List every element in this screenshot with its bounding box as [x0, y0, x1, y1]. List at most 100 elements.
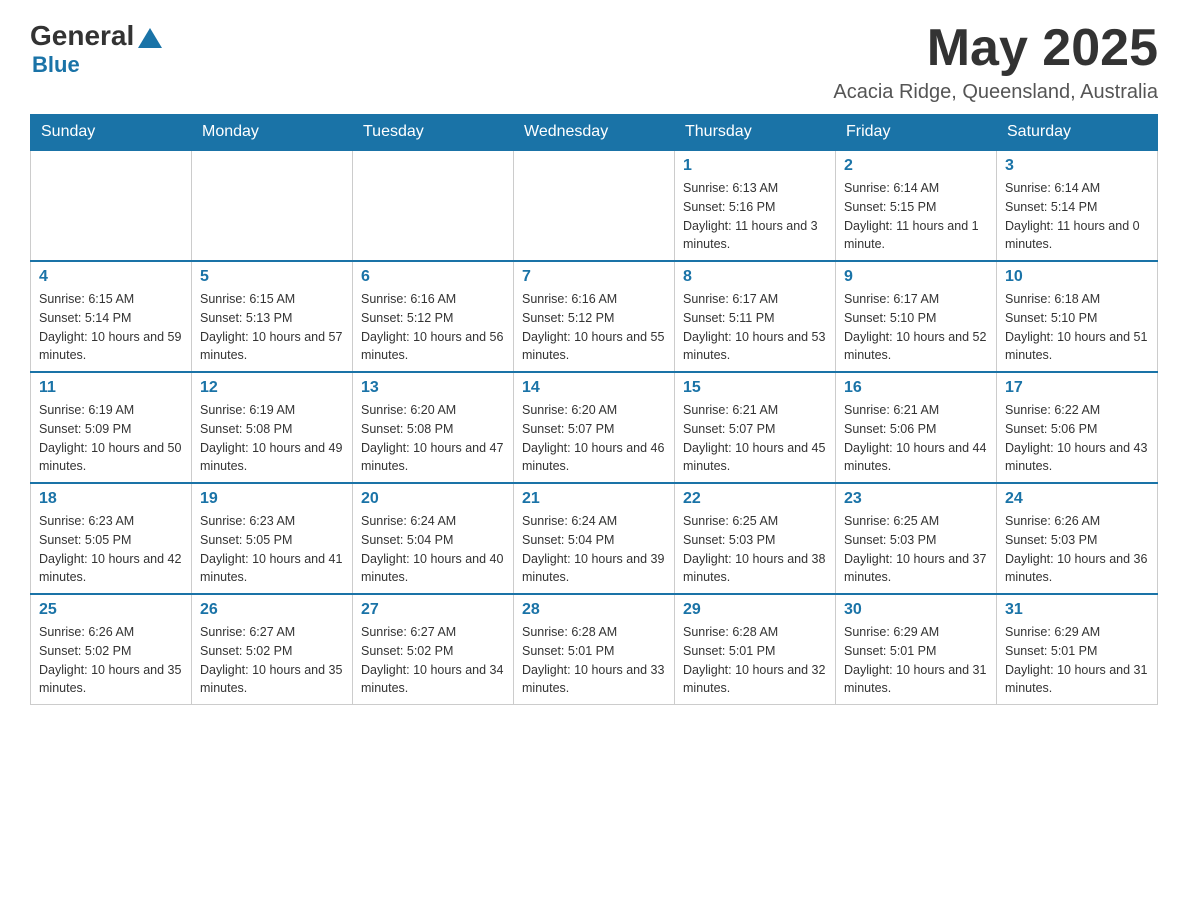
calendar-day-cell: 11 Sunrise: 6:19 AM Sunset: 5:09 PM Dayli…	[31, 372, 192, 483]
title-section: May 2025 Acacia Ridge, Queensland, Austr…	[833, 20, 1158, 104]
day-info: Sunrise: 6:20 AM Sunset: 5:08 PM Dayligh…	[361, 401, 505, 476]
day-info: Sunrise: 6:21 AM Sunset: 5:07 PM Dayligh…	[683, 401, 827, 476]
day-number: 3	[1005, 157, 1149, 175]
day-info: Sunrise: 6:25 AM Sunset: 5:03 PM Dayligh…	[844, 512, 988, 587]
calendar-day-cell: 8Sunrise: 6:17 AM Sunset: 5:11 PM Daylig…	[675, 261, 836, 372]
day-info: Sunrise: 6:23 AM Sunset: 5:05 PM Dayligh…	[200, 512, 344, 587]
day-number: 4	[39, 268, 183, 286]
calendar-day-cell: 12 Sunrise: 6:19 AM Sunset: 5:08 PM Dayli…	[192, 372, 353, 483]
calendar-day-header: Wednesday	[514, 115, 675, 151]
day-info: Sunrise: 6:16 AM Sunset: 5:12 PM Dayligh…	[522, 290, 666, 365]
day-number: 20	[361, 490, 505, 508]
day-number: 1	[683, 157, 827, 175]
day-info: Sunrise: 6:21 AM Sunset: 5:06 PM Dayligh…	[844, 401, 988, 476]
day-number: 28	[522, 601, 666, 619]
day-number: 14	[522, 379, 666, 397]
calendar-day-cell: 21 Sunrise: 6:24 AM Sunset: 5:04 PM Dayli…	[514, 483, 675, 594]
day-info: Sunrise: 6:24 AM Sunset: 5:04 PM Dayligh…	[361, 512, 505, 587]
day-number: 12	[200, 379, 344, 397]
calendar-day-cell: 1Sunrise: 6:13 AM Sunset: 5:16 PM Daylig…	[675, 150, 836, 261]
calendar-day-cell: 27Sunrise: 6:27 AM Sunset: 5:02 PM Dayli…	[353, 594, 514, 705]
day-number: 11	[39, 379, 183, 397]
calendar-day-cell	[31, 150, 192, 261]
day-info: Sunrise: 6:26 AM Sunset: 5:03 PM Dayligh…	[1005, 512, 1149, 587]
calendar-day-cell: 24 Sunrise: 6:26 AM Sunset: 5:03 PM Dayli…	[997, 483, 1158, 594]
day-info: Sunrise: 6:27 AM Sunset: 5:02 PM Dayligh…	[200, 623, 344, 698]
calendar-day-cell: 5Sunrise: 6:15 AM Sunset: 5:13 PM Daylig…	[192, 261, 353, 372]
calendar-day-cell: 10 Sunrise: 6:18 AM Sunset: 5:10 PM Dayli…	[997, 261, 1158, 372]
day-info: Sunrise: 6:24 AM Sunset: 5:04 PM Dayligh…	[522, 512, 666, 587]
calendar-week-row: 4 Sunrise: 6:15 AM Sunset: 5:14 PM Daylig…	[31, 261, 1158, 372]
day-number: 10	[1005, 268, 1149, 286]
day-number: 13	[361, 379, 505, 397]
calendar-day-cell: 26 Sunrise: 6:27 AM Sunset: 5:02 PM Dayli…	[192, 594, 353, 705]
calendar-table: SundayMondayTuesdayWednesdayThursdayFrid…	[30, 114, 1158, 705]
logo-triangle-icon	[138, 28, 162, 48]
day-number: 24	[1005, 490, 1149, 508]
day-number: 16	[844, 379, 988, 397]
day-info: Sunrise: 6:18 AM Sunset: 5:10 PM Dayligh…	[1005, 290, 1149, 365]
calendar-day-cell: 29Sunrise: 6:28 AM Sunset: 5:01 PM Dayli…	[675, 594, 836, 705]
location-text: Acacia Ridge, Queensland, Australia	[833, 81, 1158, 104]
calendar-day-cell: 16 Sunrise: 6:21 AM Sunset: 5:06 PM Dayli…	[836, 372, 997, 483]
day-info: Sunrise: 6:23 AM Sunset: 5:05 PM Dayligh…	[39, 512, 183, 587]
calendar-day-cell: 22 Sunrise: 6:25 AM Sunset: 5:03 PM Dayli…	[675, 483, 836, 594]
day-number: 22	[683, 490, 827, 508]
day-number: 9	[844, 268, 988, 286]
calendar-week-row: 11 Sunrise: 6:19 AM Sunset: 5:09 PM Dayli…	[31, 372, 1158, 483]
logo: General Blue	[30, 20, 166, 78]
day-number: 15	[683, 379, 827, 397]
calendar-day-cell: 30Sunrise: 6:29 AM Sunset: 5:01 PM Dayli…	[836, 594, 997, 705]
calendar-day-cell: 14 Sunrise: 6:20 AM Sunset: 5:07 PM Dayli…	[514, 372, 675, 483]
calendar-day-cell: 18 Sunrise: 6:23 AM Sunset: 5:05 PM Dayli…	[31, 483, 192, 594]
calendar-day-header: Thursday	[675, 115, 836, 151]
day-info: Sunrise: 6:25 AM Sunset: 5:03 PM Dayligh…	[683, 512, 827, 587]
calendar-day-header: Saturday	[997, 115, 1158, 151]
day-info: Sunrise: 6:28 AM Sunset: 5:01 PM Dayligh…	[683, 623, 827, 698]
calendar-day-cell: 19Sunrise: 6:23 AM Sunset: 5:05 PM Dayli…	[192, 483, 353, 594]
calendar-day-header: Tuesday	[353, 115, 514, 151]
logo-general-text: General	[30, 20, 134, 52]
calendar-week-row: 18 Sunrise: 6:23 AM Sunset: 5:05 PM Dayli…	[31, 483, 1158, 594]
day-number: 25	[39, 601, 183, 619]
day-info: Sunrise: 6:20 AM Sunset: 5:07 PM Dayligh…	[522, 401, 666, 476]
day-info: Sunrise: 6:19 AM Sunset: 5:08 PM Dayligh…	[200, 401, 344, 476]
calendar-day-cell	[514, 150, 675, 261]
calendar-day-cell: 13 Sunrise: 6:20 AM Sunset: 5:08 PM Dayli…	[353, 372, 514, 483]
calendar-day-header: Monday	[192, 115, 353, 151]
day-info: Sunrise: 6:17 AM Sunset: 5:10 PM Dayligh…	[844, 290, 988, 365]
calendar-day-cell: 7Sunrise: 6:16 AM Sunset: 5:12 PM Daylig…	[514, 261, 675, 372]
month-title: May 2025	[833, 20, 1158, 77]
day-info: Sunrise: 6:16 AM Sunset: 5:12 PM Dayligh…	[361, 290, 505, 365]
calendar-day-cell: 4 Sunrise: 6:15 AM Sunset: 5:14 PM Daylig…	[31, 261, 192, 372]
calendar-day-cell: 2Sunrise: 6:14 AM Sunset: 5:15 PM Daylig…	[836, 150, 997, 261]
day-info: Sunrise: 6:28 AM Sunset: 5:01 PM Dayligh…	[522, 623, 666, 698]
day-info: Sunrise: 6:19 AM Sunset: 5:09 PM Dayligh…	[39, 401, 183, 476]
day-info: Sunrise: 6:26 AM Sunset: 5:02 PM Dayligh…	[39, 623, 183, 698]
calendar-day-cell: 3 Sunrise: 6:14 AM Sunset: 5:14 PM Daylig…	[997, 150, 1158, 261]
calendar-week-row: 1Sunrise: 6:13 AM Sunset: 5:16 PM Daylig…	[31, 150, 1158, 261]
day-info: Sunrise: 6:22 AM Sunset: 5:06 PM Dayligh…	[1005, 401, 1149, 476]
calendar-day-cell	[192, 150, 353, 261]
day-info: Sunrise: 6:15 AM Sunset: 5:13 PM Dayligh…	[200, 290, 344, 365]
day-number: 21	[522, 490, 666, 508]
day-info: Sunrise: 6:29 AM Sunset: 5:01 PM Dayligh…	[844, 623, 988, 698]
day-number: 31	[1005, 601, 1149, 619]
calendar-day-cell	[353, 150, 514, 261]
day-number: 27	[361, 601, 505, 619]
day-number: 18	[39, 490, 183, 508]
calendar-week-row: 25 Sunrise: 6:26 AM Sunset: 5:02 PM Dayli…	[31, 594, 1158, 705]
day-info: Sunrise: 6:29 AM Sunset: 5:01 PM Dayligh…	[1005, 623, 1149, 698]
day-number: 26	[200, 601, 344, 619]
calendar-day-cell: 9 Sunrise: 6:17 AM Sunset: 5:10 PM Daylig…	[836, 261, 997, 372]
page-header: General Blue May 2025 Acacia Ridge, Quee…	[30, 20, 1158, 104]
day-info: Sunrise: 6:14 AM Sunset: 5:14 PM Dayligh…	[1005, 179, 1149, 254]
day-number: 6	[361, 268, 505, 286]
calendar-day-cell: 6 Sunrise: 6:16 AM Sunset: 5:12 PM Daylig…	[353, 261, 514, 372]
calendar-day-cell: 20 Sunrise: 6:24 AM Sunset: 5:04 PM Dayli…	[353, 483, 514, 594]
day-info: Sunrise: 6:14 AM Sunset: 5:15 PM Dayligh…	[844, 179, 988, 254]
day-number: 8	[683, 268, 827, 286]
calendar-day-cell: 23Sunrise: 6:25 AM Sunset: 5:03 PM Dayli…	[836, 483, 997, 594]
day-info: Sunrise: 6:15 AM Sunset: 5:14 PM Dayligh…	[39, 290, 183, 365]
calendar-day-cell: 25 Sunrise: 6:26 AM Sunset: 5:02 PM Dayli…	[31, 594, 192, 705]
